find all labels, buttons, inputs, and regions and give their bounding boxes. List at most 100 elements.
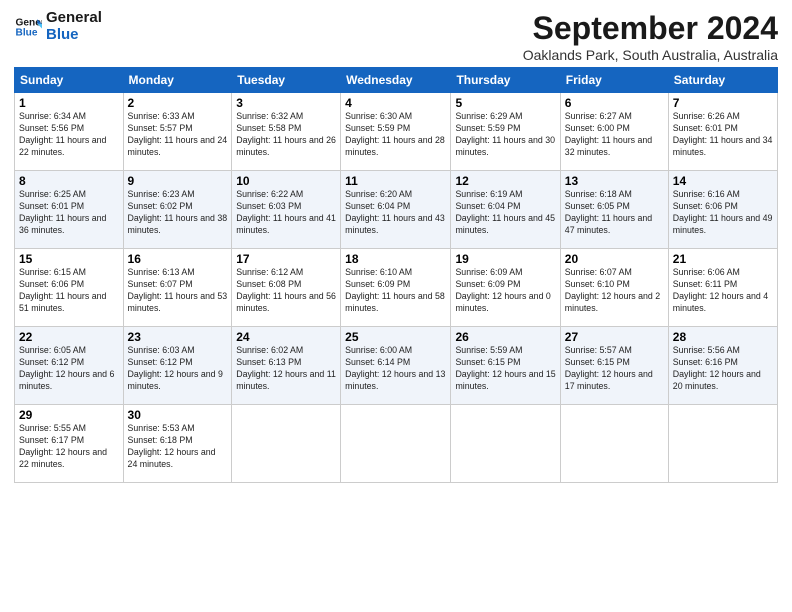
- table-row: 7 Sunrise: 6:26 AM Sunset: 6:01 PM Dayli…: [668, 93, 777, 171]
- day-sunset: Sunset: 6:04 PM: [345, 201, 410, 211]
- table-row: 4 Sunrise: 6:30 AM Sunset: 5:59 PM Dayli…: [341, 93, 451, 171]
- month-title: September 2024: [523, 10, 778, 47]
- weekday-header-row: Sunday Monday Tuesday Wednesday Thursday…: [15, 68, 778, 93]
- table-row: [560, 405, 668, 483]
- table-row: 26 Sunrise: 5:59 AM Sunset: 6:15 PM Dayl…: [451, 327, 560, 405]
- day-sunrise: Sunrise: 6:30 AM: [345, 111, 412, 121]
- table-row: 10 Sunrise: 6:22 AM Sunset: 6:03 PM Dayl…: [232, 171, 341, 249]
- header-wednesday: Wednesday: [341, 68, 451, 93]
- day-sunset: Sunset: 6:15 PM: [565, 357, 630, 367]
- day-sunrise: Sunrise: 6:33 AM: [128, 111, 195, 121]
- header-thursday: Thursday: [451, 68, 560, 93]
- day-sunset: Sunset: 6:09 PM: [455, 279, 520, 289]
- day-sunrise: Sunrise: 6:34 AM: [19, 111, 86, 121]
- day-number: 16: [128, 252, 228, 266]
- day-number: 29: [19, 408, 119, 422]
- day-daylight: Daylight: 11 hours and 56 minutes.: [236, 291, 336, 313]
- table-row: 15 Sunrise: 6:15 AM Sunset: 6:06 PM Dayl…: [15, 249, 124, 327]
- day-sunset: Sunset: 6:13 PM: [236, 357, 301, 367]
- day-number: 18: [345, 252, 446, 266]
- day-sunrise: Sunrise: 6:22 AM: [236, 189, 303, 199]
- day-daylight: Daylight: 12 hours and 6 minutes.: [19, 369, 114, 391]
- day-sunset: Sunset: 6:00 PM: [565, 123, 630, 133]
- table-row: 13 Sunrise: 6:18 AM Sunset: 6:05 PM Dayl…: [560, 171, 668, 249]
- table-row: 21 Sunrise: 6:06 AM Sunset: 6:11 PM Dayl…: [668, 249, 777, 327]
- day-sunrise: Sunrise: 5:56 AM: [673, 345, 740, 355]
- table-row: 1 Sunrise: 6:34 AM Sunset: 5:56 PM Dayli…: [15, 93, 124, 171]
- day-daylight: Daylight: 11 hours and 36 minutes.: [19, 213, 106, 235]
- day-sunrise: Sunrise: 5:53 AM: [128, 423, 195, 433]
- day-number: 26: [455, 330, 555, 344]
- day-daylight: Daylight: 12 hours and 0 minutes.: [455, 291, 550, 313]
- calendar-week-row: 8 Sunrise: 6:25 AM Sunset: 6:01 PM Dayli…: [15, 171, 778, 249]
- table-row: 2 Sunrise: 6:33 AM Sunset: 5:57 PM Dayli…: [123, 93, 232, 171]
- day-number: 25: [345, 330, 446, 344]
- day-daylight: Daylight: 11 hours and 28 minutes.: [345, 135, 445, 157]
- day-sunrise: Sunrise: 6:23 AM: [128, 189, 195, 199]
- table-row: 16 Sunrise: 6:13 AM Sunset: 6:07 PM Dayl…: [123, 249, 232, 327]
- table-row: [232, 405, 341, 483]
- table-row: 23 Sunrise: 6:03 AM Sunset: 6:12 PM Dayl…: [123, 327, 232, 405]
- table-row: 28 Sunrise: 5:56 AM Sunset: 6:16 PM Dayl…: [668, 327, 777, 405]
- day-daylight: Daylight: 12 hours and 22 minutes.: [19, 447, 107, 469]
- table-row: 22 Sunrise: 6:05 AM Sunset: 6:12 PM Dayl…: [15, 327, 124, 405]
- day-daylight: Daylight: 12 hours and 20 minutes.: [673, 369, 761, 391]
- table-row: 5 Sunrise: 6:29 AM Sunset: 5:59 PM Dayli…: [451, 93, 560, 171]
- table-row: 12 Sunrise: 6:19 AM Sunset: 6:04 PM Dayl…: [451, 171, 560, 249]
- day-sunset: Sunset: 6:12 PM: [19, 357, 84, 367]
- table-row: 25 Sunrise: 6:00 AM Sunset: 6:14 PM Dayl…: [341, 327, 451, 405]
- table-row: 17 Sunrise: 6:12 AM Sunset: 6:08 PM Dayl…: [232, 249, 341, 327]
- header-monday: Monday: [123, 68, 232, 93]
- day-daylight: Daylight: 11 hours and 32 minutes.: [565, 135, 652, 157]
- day-number: 24: [236, 330, 336, 344]
- day-sunrise: Sunrise: 5:57 AM: [565, 345, 632, 355]
- day-number: 20: [565, 252, 664, 266]
- day-sunrise: Sunrise: 6:32 AM: [236, 111, 303, 121]
- day-number: 23: [128, 330, 228, 344]
- day-sunset: Sunset: 6:16 PM: [673, 357, 738, 367]
- day-sunrise: Sunrise: 6:27 AM: [565, 111, 632, 121]
- day-sunrise: Sunrise: 6:19 AM: [455, 189, 522, 199]
- day-sunset: Sunset: 6:08 PM: [236, 279, 301, 289]
- day-sunrise: Sunrise: 6:12 AM: [236, 267, 303, 277]
- table-row: 27 Sunrise: 5:57 AM Sunset: 6:15 PM Dayl…: [560, 327, 668, 405]
- day-daylight: Daylight: 12 hours and 17 minutes.: [565, 369, 653, 391]
- header: General Blue General Blue September 2024…: [14, 10, 778, 63]
- day-daylight: Daylight: 11 hours and 58 minutes.: [345, 291, 445, 313]
- day-sunset: Sunset: 5:56 PM: [19, 123, 84, 133]
- logo-text-line1: General: [46, 10, 102, 27]
- day-sunrise: Sunrise: 6:15 AM: [19, 267, 86, 277]
- day-number: 1: [19, 96, 119, 110]
- table-row: 30 Sunrise: 5:53 AM Sunset: 6:18 PM Dayl…: [123, 405, 232, 483]
- day-daylight: Daylight: 11 hours and 26 minutes.: [236, 135, 336, 157]
- day-daylight: Daylight: 12 hours and 4 minutes.: [673, 291, 768, 313]
- day-sunset: Sunset: 6:12 PM: [128, 357, 193, 367]
- day-number: 21: [673, 252, 773, 266]
- day-number: 19: [455, 252, 555, 266]
- day-sunset: Sunset: 5:59 PM: [455, 123, 520, 133]
- day-daylight: Daylight: 11 hours and 34 minutes.: [673, 135, 773, 157]
- day-sunset: Sunset: 5:58 PM: [236, 123, 301, 133]
- day-sunrise: Sunrise: 6:13 AM: [128, 267, 195, 277]
- day-sunset: Sunset: 6:11 PM: [673, 279, 737, 289]
- day-sunrise: Sunrise: 6:07 AM: [565, 267, 632, 277]
- day-number: 5: [455, 96, 555, 110]
- table-row: [668, 405, 777, 483]
- day-sunset: Sunset: 6:01 PM: [673, 123, 738, 133]
- calendar-week-row: 22 Sunrise: 6:05 AM Sunset: 6:12 PM Dayl…: [15, 327, 778, 405]
- day-sunrise: Sunrise: 6:00 AM: [345, 345, 412, 355]
- day-daylight: Daylight: 11 hours and 47 minutes.: [565, 213, 652, 235]
- day-sunset: Sunset: 5:57 PM: [128, 123, 193, 133]
- logo-icon: General Blue: [14, 13, 42, 41]
- table-row: 29 Sunrise: 5:55 AM Sunset: 6:17 PM Dayl…: [15, 405, 124, 483]
- day-sunrise: Sunrise: 5:59 AM: [455, 345, 522, 355]
- day-sunrise: Sunrise: 5:55 AM: [19, 423, 86, 433]
- day-number: 15: [19, 252, 119, 266]
- svg-text:Blue: Blue: [16, 27, 38, 38]
- table-row: 3 Sunrise: 6:32 AM Sunset: 5:58 PM Dayli…: [232, 93, 341, 171]
- day-number: 11: [345, 174, 446, 188]
- calendar-table: Sunday Monday Tuesday Wednesday Thursday…: [14, 67, 778, 483]
- table-row: [341, 405, 451, 483]
- logo: General Blue General Blue: [14, 10, 102, 43]
- day-daylight: Daylight: 11 hours and 38 minutes.: [128, 213, 228, 235]
